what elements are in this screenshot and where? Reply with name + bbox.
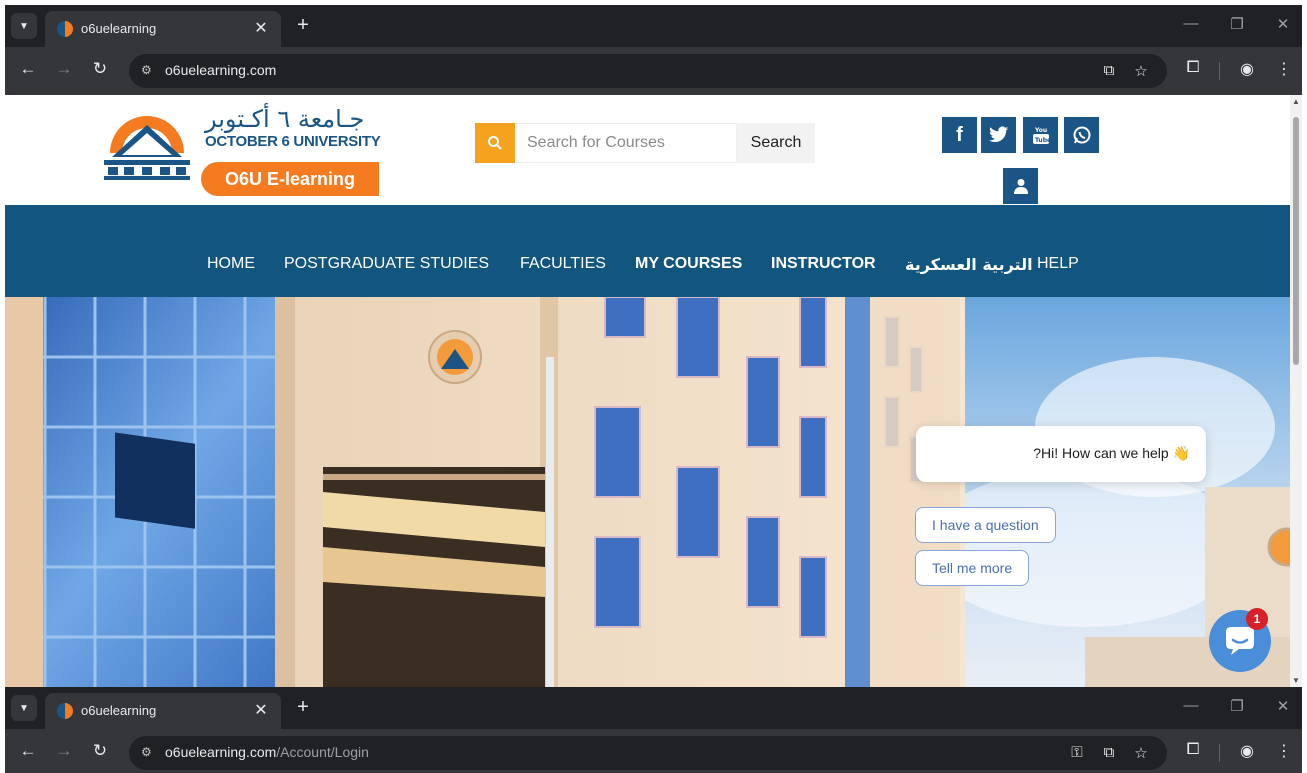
nav-military-education[interactable]: التربية العسكرية bbox=[905, 255, 1033, 274]
site-favicon-icon bbox=[57, 703, 73, 719]
main-navbar: HOME POSTGRADUATE STUDIES FACULTIES MY C… bbox=[5, 205, 1290, 297]
translate-icon[interactable]: ⧉ bbox=[1099, 744, 1119, 761]
address-bar-bottom[interactable]: ⚙ o6uelearning.com/Account/Login ⚿ ⧉ ☆ bbox=[129, 736, 1167, 770]
minimize-icon[interactable]: — bbox=[1181, 15, 1201, 32]
search-input[interactable] bbox=[515, 123, 737, 163]
restore-icon[interactable]: ❐ bbox=[1227, 697, 1247, 715]
password-key-icon[interactable]: ⚿ bbox=[1067, 744, 1087, 761]
tab-title: o6uelearning bbox=[81, 21, 157, 36]
more-menu-icon[interactable]: ⋮ bbox=[1273, 741, 1295, 761]
address-url-bottom: o6uelearning.com/Account/Login bbox=[165, 744, 369, 760]
tab-search-button-bottom[interactable]: ▼ bbox=[11, 695, 37, 721]
browser-chrome-top: ▼ o6uelearning ✕ + — ❐ ✕ ← → ↻ ⚙ o6uelea… bbox=[5, 5, 1302, 95]
tab-title-bottom: o6uelearning bbox=[81, 703, 157, 718]
chat-choice-question[interactable]: I have a question bbox=[915, 507, 1056, 543]
scroll-down-icon[interactable]: ▼ bbox=[1292, 676, 1300, 685]
window-close-icon[interactable]: ✕ bbox=[1273, 697, 1293, 715]
bookmark-star-icon[interactable]: ☆ bbox=[1131, 62, 1151, 80]
nav-help[interactable]: HELP bbox=[1037, 255, 1079, 273]
svg-text:Tube: Tube bbox=[1035, 137, 1050, 144]
whatsapp-icon[interactable] bbox=[1064, 117, 1099, 153]
nav-my-courses[interactable]: MY COURSES bbox=[635, 255, 742, 273]
scrollbar-thumb[interactable] bbox=[1293, 117, 1299, 365]
address-url: o6uelearning.com bbox=[165, 62, 277, 78]
profile-icon[interactable]: ◉ bbox=[1236, 741, 1258, 761]
nav-instructor[interactable]: INSTRUCTOR bbox=[771, 255, 876, 273]
browser-chrome-bottom: ▼ o6uelearning ✕ + — ❐ ✕ ← → ↻ ⚙ o6uelea… bbox=[5, 687, 1302, 773]
browser-toolbar: ← → ↻ ⚙ o6uelearning.com ⧉ ☆ ⧠ ◉ ⋮ bbox=[5, 47, 1302, 95]
chevron-down-icon: ▼ bbox=[19, 20, 29, 32]
toolbar-divider bbox=[1219, 744, 1220, 762]
browser-tab-bottom[interactable]: o6uelearning ✕ bbox=[45, 693, 281, 729]
forward-arrow-icon[interactable]: → bbox=[53, 59, 75, 79]
course-search: Search bbox=[475, 123, 815, 163]
logo-arabic-text: جـامعة ٦ أكـتوبر bbox=[205, 105, 365, 133]
youtube-icon[interactable]: You Tube bbox=[1023, 117, 1058, 153]
site-info-icon[interactable]: ⚙ bbox=[141, 745, 152, 759]
browser-tab[interactable]: o6uelearning ✕ bbox=[45, 11, 281, 47]
svg-text:You: You bbox=[1034, 127, 1047, 134]
logo-english-text: OCTOBER 6 UNIVERSITY bbox=[205, 133, 381, 150]
reload-icon[interactable]: ↻ bbox=[89, 59, 111, 79]
site-info-icon[interactable]: ⚙ bbox=[141, 63, 152, 77]
extensions-icon[interactable]: ⧠ bbox=[1182, 741, 1204, 759]
reload-icon[interactable]: ↻ bbox=[89, 741, 111, 761]
scroll-up-icon[interactable]: ▲ bbox=[1292, 97, 1300, 106]
tab-strip: ▼ o6uelearning ✕ + — ❐ ✕ bbox=[5, 5, 1302, 47]
profile-icon[interactable]: ◉ bbox=[1236, 59, 1258, 79]
forward-arrow-icon[interactable]: → bbox=[53, 741, 75, 761]
tab-search-button[interactable]: ▼ bbox=[11, 13, 37, 39]
toolbar-divider bbox=[1219, 62, 1220, 80]
address-bar[interactable]: ⚙ o6uelearning.com ⧉ ☆ bbox=[129, 54, 1167, 88]
browser-toolbar-bottom: ← → ↻ ⚙ o6uelearning.com/Account/Login ⚿… bbox=[5, 729, 1302, 773]
search-icon[interactable] bbox=[475, 123, 515, 163]
restore-icon[interactable]: ❐ bbox=[1227, 15, 1247, 33]
bookmark-star-icon[interactable]: ☆ bbox=[1131, 744, 1151, 762]
user-icon[interactable] bbox=[1003, 168, 1038, 204]
elearning-badge: O6U E-learning bbox=[201, 162, 379, 196]
campus-building-hero-image bbox=[5, 297, 1290, 687]
page-scrollbar[interactable]: ▲ ▼ bbox=[1290, 95, 1302, 687]
nav-faculties[interactable]: FACULTIES bbox=[520, 255, 606, 273]
nav-home[interactable]: HOME bbox=[207, 255, 255, 273]
tab-strip-bottom: ▼ o6uelearning ✕ + — ❐ ✕ bbox=[5, 687, 1302, 729]
search-button[interactable]: Search bbox=[737, 123, 815, 163]
more-menu-icon[interactable]: ⋮ bbox=[1273, 59, 1295, 79]
twitter-icon[interactable] bbox=[981, 117, 1016, 153]
window-close-icon[interactable]: ✕ bbox=[1273, 15, 1293, 33]
chat-choice-tell-more[interactable]: Tell me more bbox=[915, 550, 1030, 586]
tab-close-icon[interactable]: ✕ bbox=[251, 18, 271, 38]
back-arrow-icon[interactable]: ← bbox=[17, 741, 39, 761]
translate-icon[interactable]: ⧉ bbox=[1099, 62, 1119, 79]
facebook-icon[interactable]: f bbox=[942, 117, 977, 153]
chat-greeting-bubble: ?Hi! How can we help 👋 bbox=[916, 426, 1206, 482]
page-viewport: جـامعة ٦ أكـتوبر OCTOBER 6 UNIVERSITY O6… bbox=[5, 95, 1302, 687]
university-logo[interactable] bbox=[102, 105, 192, 187]
minimize-icon[interactable]: — bbox=[1181, 697, 1201, 714]
tab-close-icon[interactable]: ✕ bbox=[251, 700, 271, 720]
extensions-icon[interactable]: ⧠ bbox=[1182, 59, 1204, 77]
unread-badge: 1 bbox=[1246, 608, 1268, 630]
new-tab-button[interactable]: + bbox=[291, 14, 315, 37]
site-header: جـامعة ٦ أكـتوبر OCTOBER 6 UNIVERSITY O6… bbox=[5, 95, 1290, 205]
new-tab-button-bottom[interactable]: + bbox=[291, 696, 315, 719]
chevron-down-icon: ▼ bbox=[19, 702, 29, 714]
back-arrow-icon[interactable]: ← bbox=[17, 59, 39, 79]
nav-postgraduate-studies[interactable]: POSTGRADUATE STUDIES bbox=[284, 255, 489, 273]
site-favicon-icon bbox=[57, 21, 73, 37]
chat-greeting-text: ?Hi! How can we help 👋 bbox=[1033, 445, 1190, 461]
